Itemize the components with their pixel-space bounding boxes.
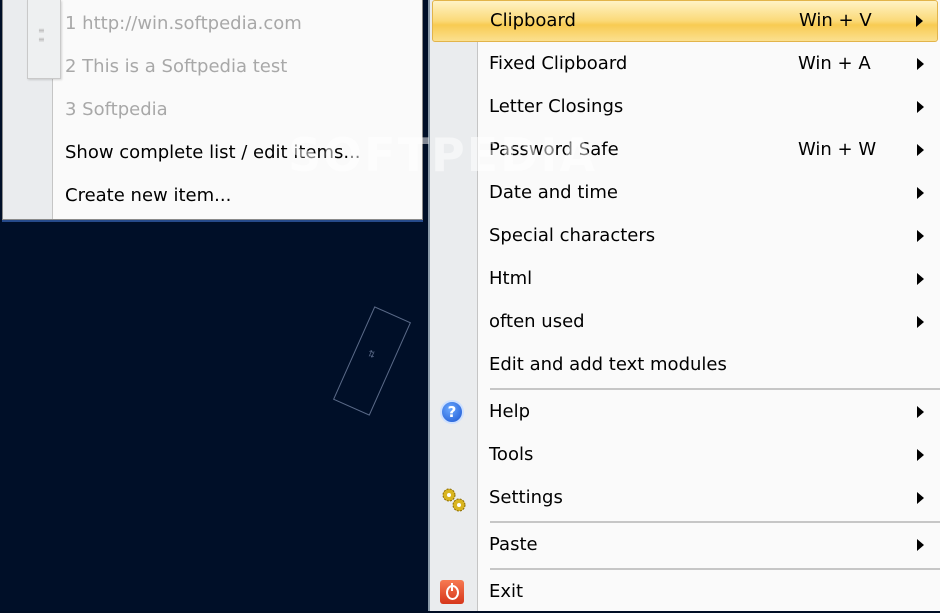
menu-item-special-characters[interactable]: Special characters	[432, 214, 938, 257]
menu-item-label: Exit	[489, 581, 524, 602]
exit-icon	[440, 580, 464, 604]
submenu-arrow-icon	[917, 101, 924, 113]
help-icon: ?	[440, 400, 464, 424]
menu-item-html[interactable]: Html	[432, 257, 938, 300]
menu-item-settings[interactable]: Settings	[432, 476, 938, 519]
menu-item-letter-closings[interactable]: Letter Closings	[432, 85, 938, 128]
menu-item-help[interactable]: ? Help	[432, 390, 938, 433]
submenu-arrow-icon	[917, 187, 924, 199]
clipboard-submenu: ≡ ≡ 1 http://win.softpedia.com 2 This is …	[2, 0, 423, 220]
menu-item-edit-text-modules[interactable]: Edit and add text modules	[432, 343, 938, 386]
menu-item-label: Date and time	[489, 182, 618, 203]
menu-item-often-used[interactable]: often used	[432, 300, 938, 343]
menu-item-password-safe[interactable]: Password Safe Win + W	[432, 128, 938, 171]
menu-item-shortcut: Win + V	[799, 10, 872, 31]
submenu-arrow-icon	[917, 316, 924, 328]
submenu-arrow-icon	[917, 406, 924, 418]
menu-item-clipboard[interactable]: Clipboard Win + V	[432, 0, 938, 42]
menu-item-label: Fixed Clipboard	[489, 53, 628, 74]
menu-item-label: Settings	[489, 487, 563, 508]
submenu-arrow-icon	[917, 492, 924, 504]
menu-item-label: Clipboard	[490, 10, 576, 31]
menu-item-shortcut: Win + W	[798, 139, 877, 160]
menu-item-paste[interactable]: Paste	[432, 523, 938, 566]
menu-item-label: Tools	[489, 444, 534, 465]
submenu-arrow-icon	[917, 273, 924, 285]
menu-item-fixed-clipboard[interactable]: Fixed Clipboard Win + A	[432, 42, 938, 85]
menu-item-exit[interactable]: Exit	[432, 570, 938, 613]
menu-item-label: Paste	[489, 534, 538, 555]
menu-item-label: Help	[489, 401, 531, 422]
pin-handle[interactable]: ≡ ≡	[27, 0, 61, 79]
clipboard-entry-3[interactable]: 3 Softpedia	[65, 88, 168, 131]
menu-item-tools[interactable]: Tools	[432, 433, 938, 476]
submenu-arrow-icon	[917, 144, 924, 156]
gears-icon	[440, 486, 466, 512]
menu-item-label: Edit and add text modules	[489, 354, 727, 375]
create-new-item[interactable]: Create new item...	[65, 174, 231, 217]
submenu-arrow-icon	[916, 15, 923, 27]
submenu-arrow-icon	[917, 449, 924, 461]
menu-item-label: Special characters	[489, 225, 656, 246]
menu-item-label: often used	[489, 311, 585, 332]
submenu-arrow-icon	[917, 230, 924, 242]
tray-window-outline: ⇅	[332, 306, 412, 416]
submenu-arrow-icon	[917, 539, 924, 551]
clipboard-entry-2[interactable]: 2 This is a Softpedia test	[65, 45, 287, 88]
show-complete-list-item[interactable]: Show complete list / edit items...	[65, 131, 361, 174]
menu-item-shortcut: Win + A	[798, 53, 871, 74]
menu-item-label: Html	[489, 268, 533, 289]
menu-item-label: Letter Closings	[489, 96, 624, 117]
submenu-arrow-icon	[917, 58, 924, 70]
main-context-menu: Clipboard Win + V Fixed Clipboard Win + …	[428, 0, 940, 611]
menu-item-date-and-time[interactable]: Date and time	[432, 171, 938, 214]
menu-item-label: Password Safe	[489, 139, 619, 160]
clipboard-entry-1[interactable]: 1 http://win.softpedia.com	[65, 2, 302, 45]
pin-icon: ≡ ≡	[38, 26, 45, 44]
